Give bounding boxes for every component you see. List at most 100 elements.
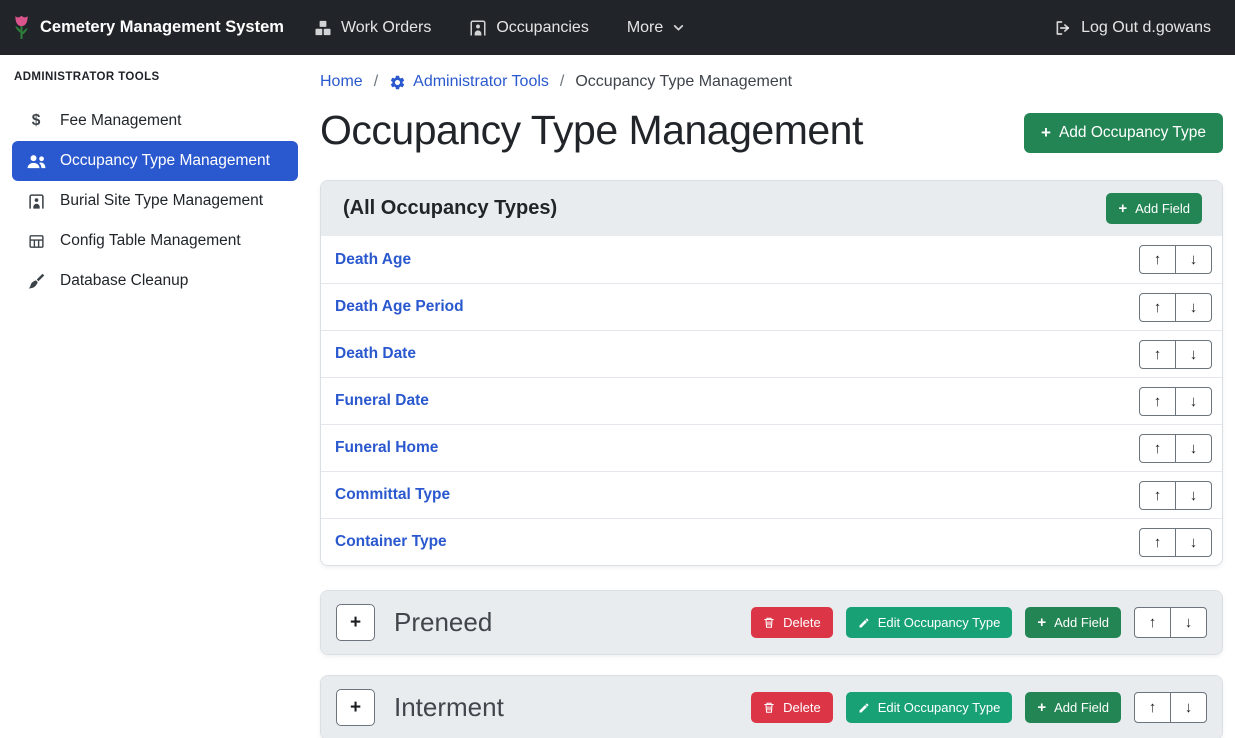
field-link-funeral-home[interactable]: Funeral Home — [335, 439, 438, 457]
occupancy-type-card-preneed: + Preneed Delete Edit Occupancy Type — [320, 590, 1223, 655]
page-layout: ADMINISTRATOR TOOLS $ Fee Management Occ… — [0, 55, 1235, 738]
plus-icon: + — [350, 612, 361, 634]
expand-button[interactable]: + — [336, 689, 375, 726]
up-arrow-icon: ↑ — [1154, 299, 1162, 316]
sidebar-item-config-table-management[interactable]: Config Table Management — [12, 221, 298, 261]
down-arrow-icon: ↓ — [1185, 614, 1193, 631]
move-down-button[interactable]: ↓ — [1175, 387, 1212, 416]
nav-more[interactable]: More — [627, 19, 685, 37]
add-occupancy-type-button[interactable]: + Add Occupancy Type — [1024, 113, 1223, 153]
sidebar-item-occupancy-type-management[interactable]: Occupancy Type Management — [12, 141, 298, 181]
page-title: Occupancy Type Management — [320, 107, 863, 154]
logout-button[interactable]: Log Out d.gowans — [1054, 19, 1211, 37]
down-arrow-icon: ↓ — [1190, 487, 1198, 504]
add-field-button[interactable]: + Add Field — [1025, 692, 1121, 723]
sidebar-item-label: Burial Site Type Management — [60, 192, 263, 210]
field-link-committal-type[interactable]: Committal Type — [335, 486, 450, 504]
nav-work-orders[interactable]: Work Orders — [314, 19, 431, 37]
logout-label: Log Out d.gowans — [1081, 19, 1211, 37]
move-down-button[interactable]: ↓ — [1170, 607, 1207, 638]
delete-label: Delete — [783, 701, 821, 714]
occupancy-icon — [469, 19, 487, 37]
nav-work-orders-label: Work Orders — [341, 19, 431, 37]
delete-button[interactable]: Delete — [751, 607, 833, 638]
logout-icon — [1054, 19, 1072, 37]
occupancy-type-header: + Preneed Delete Edit Occupancy Type — [321, 591, 1222, 654]
field-row: Funeral Date ↑ ↓ — [321, 377, 1222, 424]
sidebar-heading: ADMINISTRATOR TOOLS — [14, 71, 298, 83]
move-up-button[interactable]: ↑ — [1134, 692, 1171, 723]
down-arrow-icon: ↓ — [1190, 346, 1198, 363]
occupancy-type-header: + Interment Delete Edit Occupancy Type — [321, 676, 1222, 738]
sidebar-item-database-cleanup[interactable]: Database Cleanup — [12, 261, 298, 301]
down-arrow-icon: ↓ — [1190, 393, 1198, 410]
breadcrumb-admin-tools-link[interactable]: Administrator Tools — [389, 73, 549, 91]
up-arrow-icon: ↑ — [1149, 699, 1157, 716]
field-row: Death Age ↑ ↓ — [321, 236, 1222, 283]
reorder-buttons: ↑ ↓ — [1134, 607, 1207, 638]
nav-occupancies[interactable]: Occupancies — [469, 19, 589, 37]
up-arrow-icon: ↑ — [1149, 614, 1157, 631]
all-occupancy-types-card: (All Occupancy Types) + Add Field Death … — [320, 180, 1223, 566]
field-link-container-type[interactable]: Container Type — [335, 533, 447, 551]
field-link-death-age[interactable]: Death Age — [335, 251, 411, 269]
move-down-button[interactable]: ↓ — [1175, 528, 1212, 557]
reorder-buttons: ↑ ↓ — [1139, 481, 1212, 510]
move-up-button[interactable]: ↑ — [1139, 245, 1176, 274]
boxes-icon — [314, 19, 332, 37]
tulip-logo-icon — [12, 14, 31, 41]
field-row: Death Age Period ↑ ↓ — [321, 283, 1222, 330]
occupancy-type-name: Preneed — [394, 607, 492, 638]
add-field-button[interactable]: + Add Field — [1106, 193, 1202, 224]
field-row: Container Type ↑ ↓ — [321, 518, 1222, 565]
move-down-button[interactable]: ↓ — [1175, 293, 1212, 322]
move-down-button[interactable]: ↓ — [1175, 245, 1212, 274]
main-content: Home / Administrator Tools / Occupancy T… — [308, 55, 1235, 738]
delete-button[interactable]: Delete — [751, 692, 833, 723]
field-row: Committal Type ↑ ↓ — [321, 471, 1222, 518]
move-up-button[interactable]: ↑ — [1139, 481, 1176, 510]
down-arrow-icon: ↓ — [1190, 299, 1198, 316]
edit-occupancy-type-label: Edit Occupancy Type — [878, 616, 1001, 629]
move-down-button[interactable]: ↓ — [1175, 434, 1212, 463]
move-up-button[interactable]: ↑ — [1139, 528, 1176, 557]
move-up-button[interactable]: ↑ — [1139, 340, 1176, 369]
up-arrow-icon: ↑ — [1154, 346, 1162, 363]
move-down-button[interactable]: ↓ — [1175, 481, 1212, 510]
field-link-funeral-date[interactable]: Funeral Date — [335, 392, 429, 410]
breadcrumb-home-link[interactable]: Home — [320, 73, 363, 91]
occupancy-type-name: Interment — [394, 692, 504, 723]
app-brand[interactable]: Cemetery Management System — [12, 14, 284, 41]
add-field-button[interactable]: + Add Field — [1025, 607, 1121, 638]
add-field-label: Add Field — [1054, 616, 1109, 629]
field-link-death-age-period[interactable]: Death Age Period — [335, 298, 464, 316]
field-row: Funeral Home ↑ ↓ — [321, 424, 1222, 471]
page-header: Occupancy Type Management + Add Occupanc… — [320, 107, 1223, 154]
move-up-button[interactable]: ↑ — [1139, 434, 1176, 463]
move-down-button[interactable]: ↓ — [1175, 340, 1212, 369]
move-down-button[interactable]: ↓ — [1170, 692, 1207, 723]
breadcrumb-current: Occupancy Type Management — [575, 73, 792, 91]
edit-occupancy-type-button[interactable]: Edit Occupancy Type — [846, 692, 1013, 723]
sidebar-item-burial-site-type-management[interactable]: Burial Site Type Management — [12, 181, 298, 221]
reorder-buttons: ↑ ↓ — [1139, 528, 1212, 557]
add-field-label: Add Field — [1054, 701, 1109, 714]
nav-more-label: More — [627, 19, 663, 37]
delete-label: Delete — [783, 616, 821, 629]
move-up-button[interactable]: ↑ — [1139, 293, 1176, 322]
reorder-buttons: ↑ ↓ — [1139, 293, 1212, 322]
sidebar-item-fee-management[interactable]: $ Fee Management — [12, 101, 298, 141]
sidebar-item-label: Config Table Management — [60, 232, 241, 250]
app-title: Cemetery Management System — [40, 18, 284, 37]
dollar-icon: $ — [25, 112, 47, 130]
down-arrow-icon: ↓ — [1190, 534, 1198, 551]
users-icon — [25, 153, 47, 170]
add-occupancy-type-label: Add Occupancy Type — [1059, 125, 1206, 141]
pencil-icon — [858, 617, 870, 629]
move-up-button[interactable]: ↑ — [1139, 387, 1176, 416]
reorder-buttons: ↑ ↓ — [1139, 245, 1212, 274]
field-link-death-date[interactable]: Death Date — [335, 345, 416, 363]
expand-button[interactable]: + — [336, 604, 375, 641]
edit-occupancy-type-button[interactable]: Edit Occupancy Type — [846, 607, 1013, 638]
move-up-button[interactable]: ↑ — [1134, 607, 1171, 638]
